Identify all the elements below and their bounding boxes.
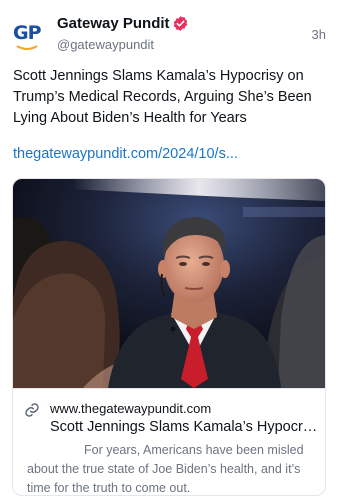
avatar-swoosh-icon <box>16 45 38 50</box>
card-image[interactable] <box>13 179 325 388</box>
post-text: Scott Jennings Slams Kamala’s Hypocrisy … <box>13 68 312 126</box>
card-title[interactable]: Scott Jennings Slams Kamala’s Hypocrisy … <box>50 419 318 435</box>
author-name[interactable]: Gateway Pundit <box>57 15 170 32</box>
author-handle[interactable]: @gatewaypundit <box>57 37 154 52</box>
card-domain: www.thegatewaypundit.com <box>50 401 212 416</box>
avatar[interactable]: GP <box>12 18 48 54</box>
timestamp[interactable]: 3h <box>312 27 326 42</box>
post: GP Gateway Pundit @gatewaypundit 3h Scot… <box>0 0 340 500</box>
card-description: For years, Americans have been misled ab… <box>27 443 304 495</box>
link-icon <box>25 403 39 417</box>
avatar-logo-text: GP <box>13 22 42 44</box>
post-link[interactable]: thegatewaypundit.com/2024/10/s... <box>13 146 238 162</box>
link-preview-card[interactable]: www.thegatewaypundit.com Scott Jennings … <box>12 178 326 496</box>
card-meta[interactable]: www.thegatewaypundit.com Scott Jennings … <box>13 388 325 495</box>
verified-badge-icon <box>173 16 188 31</box>
